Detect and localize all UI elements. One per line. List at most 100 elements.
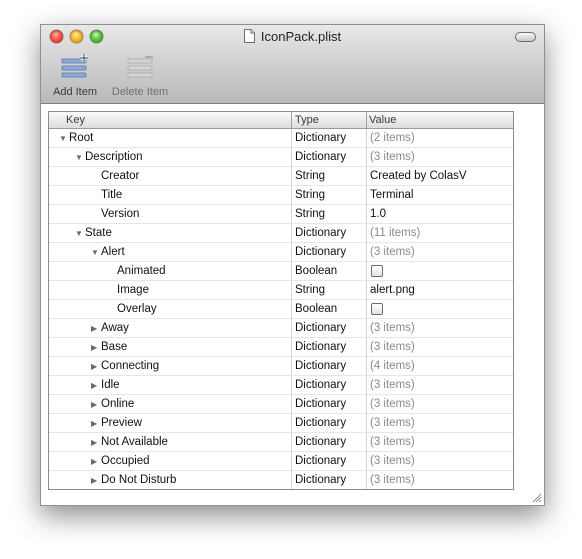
row-value-checkbox[interactable] <box>371 265 383 277</box>
row-value[interactable]: (3 items) <box>370 151 415 163</box>
table-row[interactable]: ▼ Alert Dictionary (3 items) <box>49 243 513 262</box>
row-type[interactable]: Dictionary <box>295 417 346 429</box>
table-row[interactable]: ▼ Description Dictionary (3 items) <box>49 148 513 167</box>
row-value[interactable]: (4 items) <box>370 360 415 372</box>
row-type[interactable]: String <box>295 208 325 220</box>
row-key[interactable]: Away <box>101 322 129 334</box>
row-type[interactable]: Dictionary <box>295 398 346 410</box>
row-type[interactable]: Dictionary <box>295 474 346 486</box>
row-key[interactable]: Do Not Disturb <box>101 474 176 486</box>
disclosure-closed-icon[interactable]: ▶ <box>91 457 97 466</box>
row-value-checkbox[interactable] <box>371 303 383 315</box>
row-type[interactable]: String <box>295 170 325 182</box>
table-row[interactable]: ▶ Not Available Dictionary (3 items) <box>49 433 513 452</box>
row-key[interactable]: Version <box>101 208 139 220</box>
row-key[interactable]: State <box>85 227 112 239</box>
row-key[interactable]: Alert <box>101 246 125 258</box>
row-key[interactable]: Description <box>85 151 143 163</box>
row-type[interactable]: Dictionary <box>295 379 346 391</box>
row-key[interactable]: Preview <box>101 417 142 429</box>
row-value[interactable]: (2 items) <box>370 132 415 144</box>
table-row[interactable]: ▶ Idle Dictionary (3 items) <box>49 376 513 395</box>
table-row[interactable]: ▶ Away Dictionary (3 items) <box>49 319 513 338</box>
row-value[interactable]: (3 items) <box>370 379 415 391</box>
table-row[interactable]: ▼ State Dictionary (11 items) <box>49 224 513 243</box>
disclosure-closed-icon[interactable]: ▶ <box>91 381 97 390</box>
disclosure-closed-icon[interactable]: ▶ <box>91 476 97 485</box>
column-header-key[interactable]: Key <box>66 114 85 126</box>
row-type[interactable]: Dictionary <box>295 246 346 258</box>
disclosure-closed-icon[interactable]: ▶ <box>91 343 97 352</box>
row-type[interactable]: Dictionary <box>295 132 346 144</box>
disclosure-open-icon[interactable]: ▼ <box>75 229 83 238</box>
table-row[interactable]: Version String 1.0 <box>49 205 513 224</box>
row-key[interactable]: Base <box>101 341 127 353</box>
table-row[interactable]: ▶ Base Dictionary (3 items) <box>49 338 513 357</box>
disclosure-closed-icon[interactable]: ▶ <box>91 419 97 428</box>
disclosure-open-icon[interactable]: ▼ <box>75 153 83 162</box>
row-key[interactable]: Animated <box>117 265 166 277</box>
row-key[interactable]: Online <box>101 398 134 410</box>
row-value[interactable]: (3 items) <box>370 417 415 429</box>
toolbar-toggle-button[interactable] <box>515 32 536 42</box>
row-value[interactable]: (3 items) <box>370 455 415 467</box>
row-value[interactable]: (11 items) <box>370 227 420 239</box>
table-row[interactable]: Image String alert.png <box>49 281 513 300</box>
table-row[interactable]: ▶ Do Not Disturb Dictionary (3 items) <box>49 471 513 489</box>
table-row[interactable]: Animated Boolean <box>49 262 513 281</box>
column-header-type[interactable]: Type <box>295 114 319 126</box>
disclosure-closed-icon[interactable]: ▶ <box>91 400 97 409</box>
row-value[interactable]: (3 items) <box>370 398 415 410</box>
title-bar: IconPack.plist Add Item Delete Item <box>41 25 544 104</box>
row-value[interactable]: Created by ColasV <box>370 170 467 182</box>
column-separator[interactable] <box>366 112 367 128</box>
row-key[interactable]: Connecting <box>101 360 159 372</box>
table-row[interactable]: Title String Terminal <box>49 186 513 205</box>
disclosure-closed-icon[interactable]: ▶ <box>91 362 97 371</box>
row-type[interactable]: Boolean <box>295 265 337 277</box>
row-value[interactable]: alert.png <box>370 284 415 296</box>
row-key[interactable]: Overlay <box>117 303 157 315</box>
row-key[interactable]: Not Available <box>101 436 168 448</box>
row-value[interactable]: (3 items) <box>370 341 415 353</box>
row-key[interactable]: Image <box>117 284 149 296</box>
row-type[interactable]: String <box>295 284 325 296</box>
row-type[interactable]: Dictionary <box>295 436 346 448</box>
row-type[interactable]: Dictionary <box>295 360 346 372</box>
row-value[interactable]: (3 items) <box>370 322 415 334</box>
disclosure-open-icon[interactable]: ▼ <box>59 134 67 143</box>
disclosure-closed-icon[interactable]: ▶ <box>91 438 97 447</box>
row-key[interactable]: Title <box>101 189 122 201</box>
table-row[interactable]: Overlay Boolean <box>49 300 513 319</box>
row-type[interactable]: Boolean <box>295 303 337 315</box>
table-row[interactable]: ▶ Preview Dictionary (3 items) <box>49 414 513 433</box>
row-key[interactable]: Occupied <box>101 455 150 467</box>
row-type[interactable]: Dictionary <box>295 455 346 467</box>
row-value[interactable]: (3 items) <box>370 436 415 448</box>
row-type[interactable]: Dictionary <box>295 341 346 353</box>
row-value[interactable]: Terminal <box>370 189 413 201</box>
table-row[interactable]: ▶ Online Dictionary (3 items) <box>49 395 513 414</box>
plist-outline-table[interactable]: Key Type Value ▼ Root Dictionary (2 items) ▼… <box>48 111 514 490</box>
column-header-value[interactable]: Value <box>369 114 396 126</box>
row-type[interactable]: Dictionary <box>295 322 346 334</box>
row-value[interactable]: (3 items) <box>370 246 415 258</box>
table-row[interactable]: Creator String Created by ColasV <box>49 167 513 186</box>
row-type[interactable]: Dictionary <box>295 151 346 163</box>
table-row[interactable]: ▼ Root Dictionary (2 items) <box>49 129 513 148</box>
row-value[interactable]: (3 items) <box>370 474 415 486</box>
row-type[interactable]: String <box>295 189 325 201</box>
row-type[interactable]: Dictionary <box>295 227 346 239</box>
row-key[interactable]: Idle <box>101 379 120 391</box>
row-value[interactable]: 1.0 <box>370 208 386 220</box>
table-row[interactable]: ▶ Occupied Dictionary (3 items) <box>49 452 513 471</box>
add-item-button[interactable]: Add Item <box>49 53 101 98</box>
row-key[interactable]: Creator <box>101 170 139 182</box>
table-row[interactable]: ▶ Connecting Dictionary (4 items) <box>49 357 513 376</box>
row-key[interactable]: Root <box>69 132 93 144</box>
column-separator[interactable] <box>291 112 292 128</box>
resize-grip-icon[interactable] <box>531 492 542 503</box>
disclosure-open-icon[interactable]: ▼ <box>91 248 99 257</box>
disclosure-closed-icon[interactable]: ▶ <box>91 324 97 333</box>
delete-item-button[interactable]: Delete Item <box>107 53 173 98</box>
